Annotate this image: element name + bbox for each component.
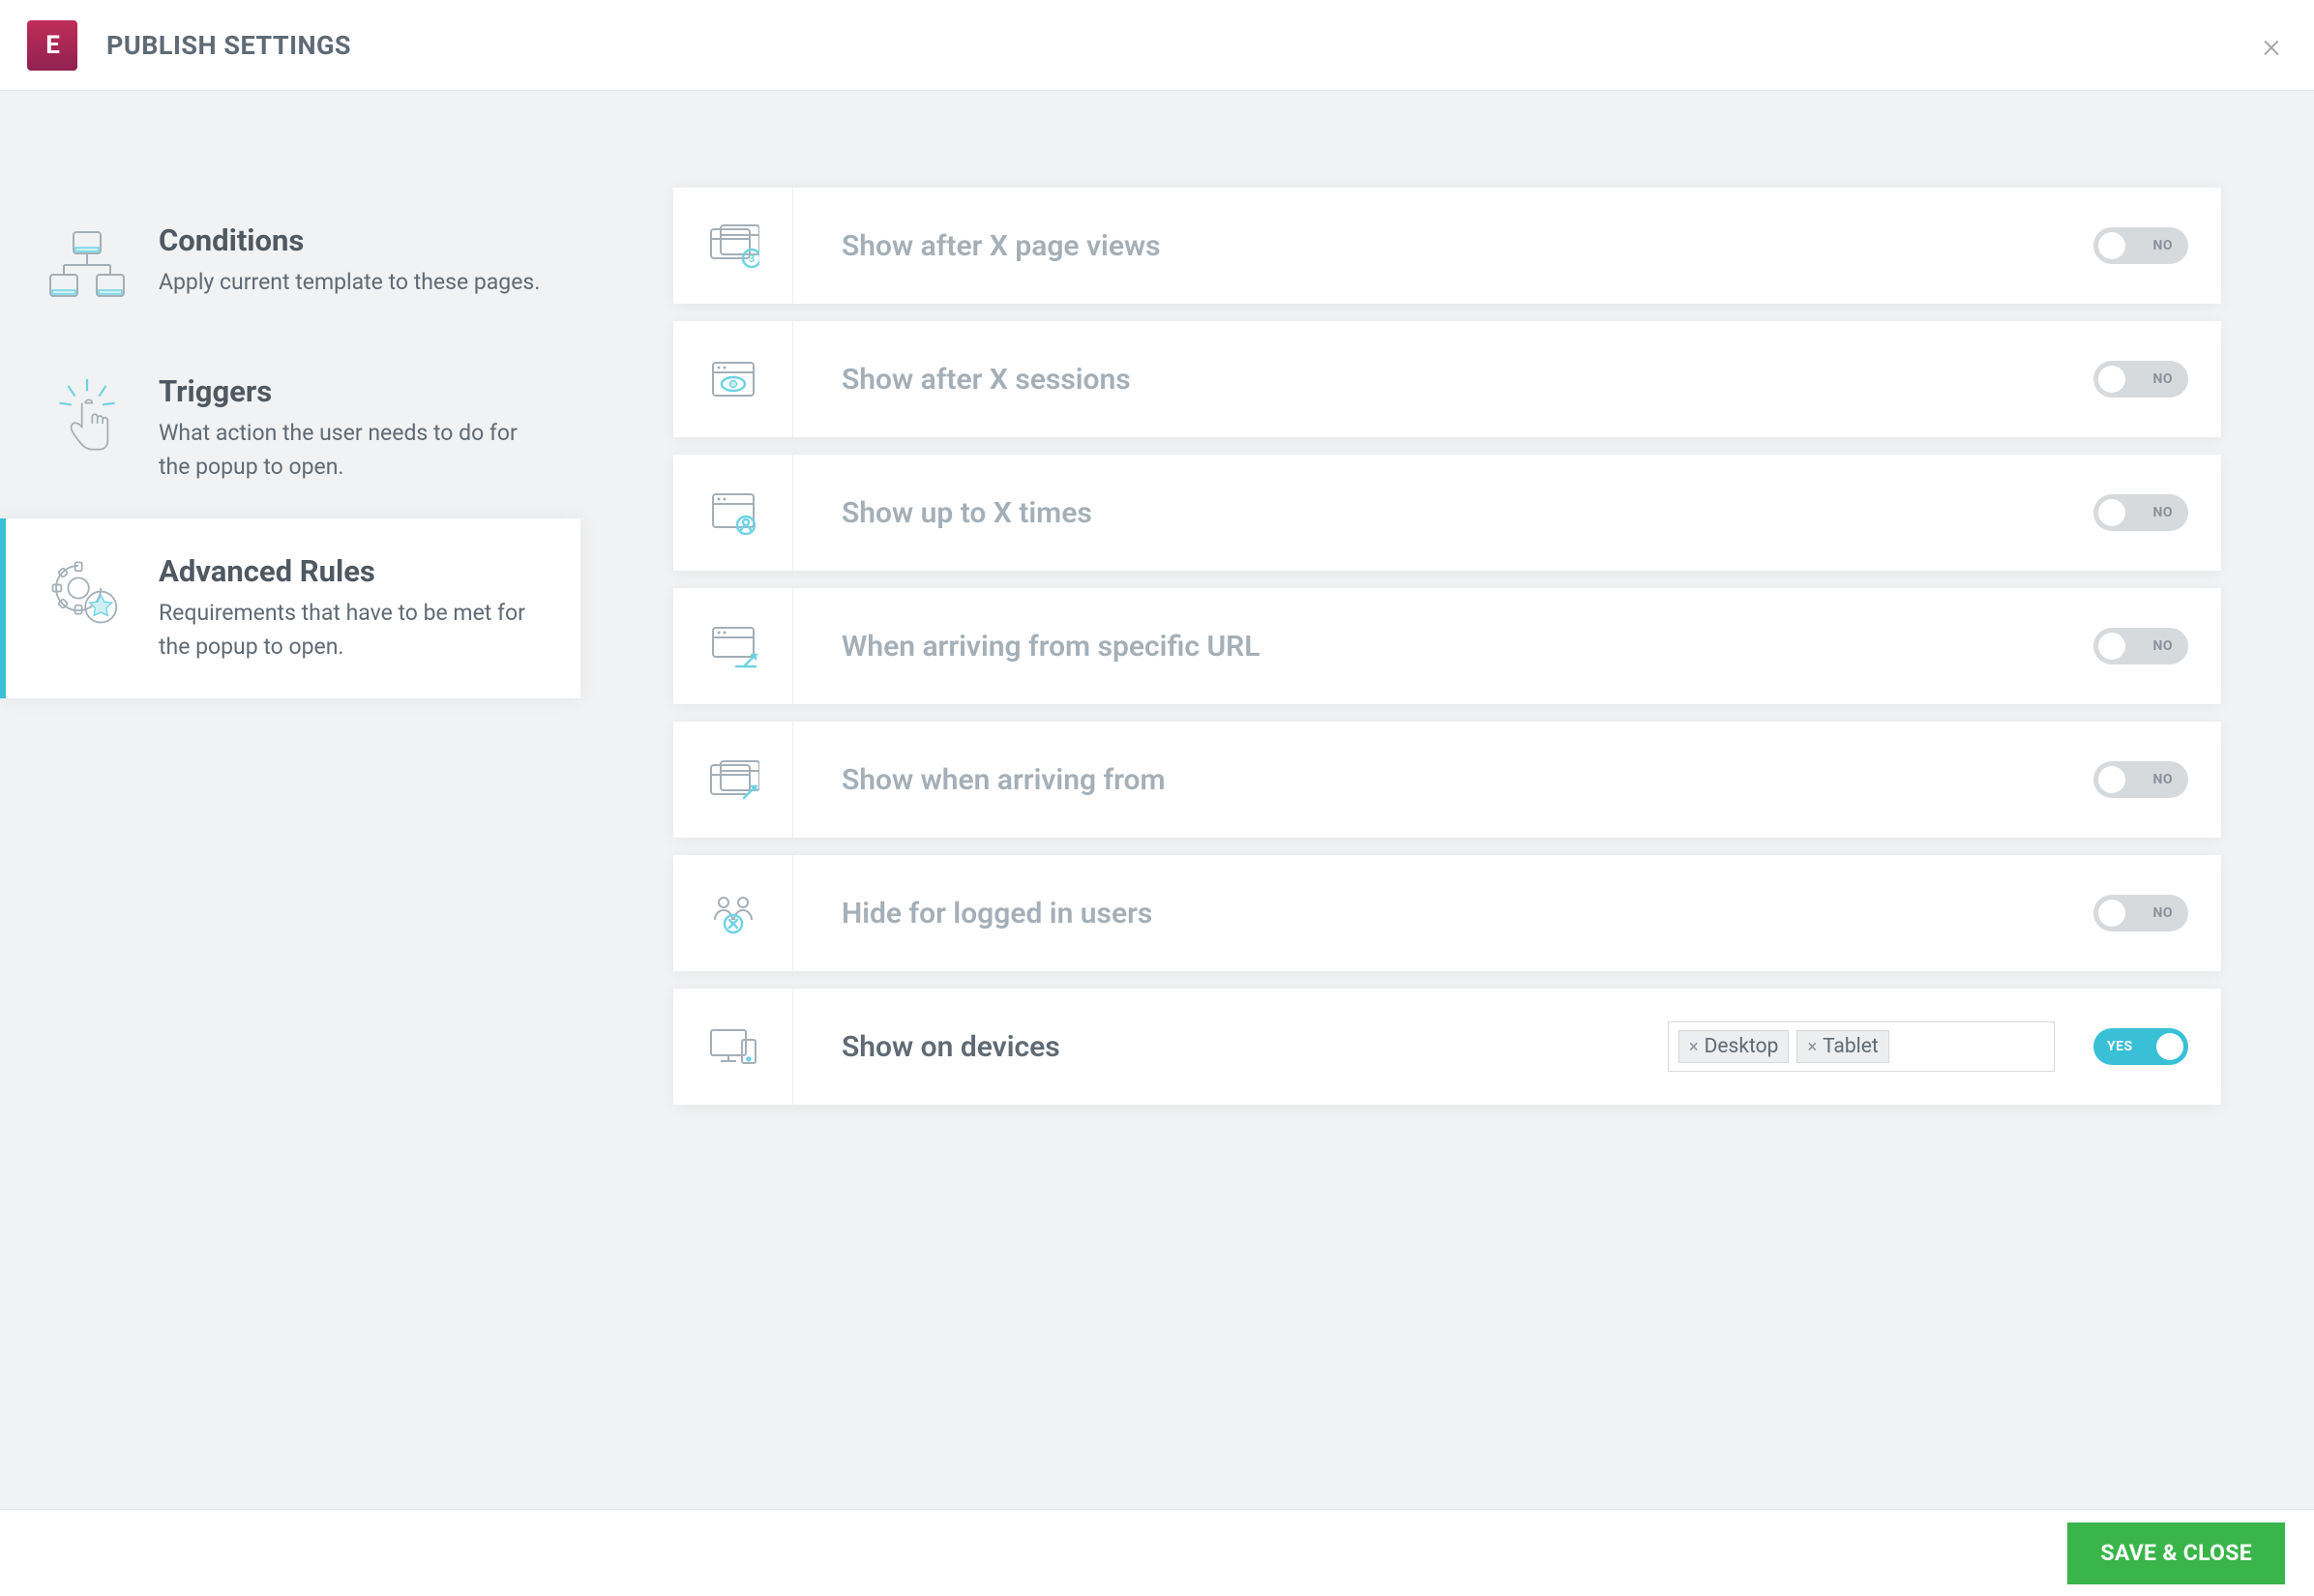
toggle-up-to-times[interactable]: NO — [2093, 494, 2188, 531]
tag-label: Desktop — [1705, 1035, 1779, 1058]
rule-row-up-to-times: Show up to X times NO — [673, 455, 2221, 571]
app-logo: E — [27, 20, 77, 71]
triggers-icon — [39, 373, 135, 455]
page-title: PUBLISH SETTINGS — [106, 30, 351, 61]
rule-row-page-views: 3 Show after X page views NO — [673, 188, 2221, 304]
up-to-times-icon — [673, 455, 793, 571]
rule-row-specific-url: When arriving from specific URL NO — [673, 588, 2221, 704]
device-tag: × Desktop — [1678, 1030, 1789, 1063]
sidebar: Conditions Apply current template to the… — [0, 91, 580, 1509]
devices-icon — [673, 989, 793, 1105]
sidebar-item-label: Conditions — [159, 222, 551, 258]
sidebar-item-desc: What action the user needs to do for the… — [159, 417, 551, 484]
sessions-icon — [673, 321, 793, 437]
rule-row-sessions: Show after X sessions NO — [673, 321, 2221, 437]
rule-row-hide-logged-in: Hide for logged in users NO — [673, 855, 2221, 971]
toggle-label-off: NO — [2152, 238, 2173, 253]
header-bar: E PUBLISH SETTINGS × — [0, 0, 2314, 91]
rule-label: Hide for logged in users — [793, 897, 2074, 931]
sidebar-item-desc: Requirements that have to be met for the… — [159, 597, 551, 664]
main-content: 3 Show after X page views NO — [580, 91, 2314, 1509]
sidebar-item-triggers[interactable]: Triggers What action the user needs to d… — [0, 339, 580, 518]
sidebar-item-label: Triggers — [159, 373, 551, 409]
devices-tag-input[interactable]: × Desktop × Tablet — [1668, 1021, 2055, 1072]
rule-label: Show after X page views — [793, 229, 2074, 263]
sidebar-item-conditions[interactable]: Conditions Apply current template to the… — [0, 188, 580, 339]
sidebar-item-label: Advanced Rules — [159, 553, 551, 589]
toggle-label-off: NO — [2152, 371, 2173, 387]
toggle-label-off: NO — [2152, 905, 2173, 921]
toggle-label-off: NO — [2152, 638, 2173, 654]
advanced-rules-icon — [39, 553, 135, 635]
toggle-arriving-from[interactable]: NO — [2093, 761, 2188, 798]
toggle-specific-url[interactable]: NO — [2093, 628, 2188, 665]
rule-label: When arriving from specific URL — [793, 630, 2074, 664]
page-views-icon: 3 — [673, 188, 793, 304]
tag-label: Tablet — [1823, 1035, 1879, 1058]
sidebar-item-advanced-rules[interactable]: Advanced Rules Requirements that have to… — [0, 518, 580, 698]
save-close-button[interactable]: SAVE & CLOSE — [2067, 1522, 2285, 1584]
rule-label: Show after X sessions — [793, 363, 2074, 397]
toggle-devices[interactable]: YES — [2093, 1028, 2188, 1065]
toggle-page-views[interactable]: NO — [2093, 227, 2188, 264]
rule-label: Show on devices — [793, 1030, 1668, 1064]
arriving-from-icon — [673, 722, 793, 838]
rule-label: Show when arriving from — [793, 763, 2074, 797]
remove-tag-icon[interactable]: × — [1689, 1037, 1699, 1057]
toggle-hide-logged-in[interactable]: NO — [2093, 895, 2188, 931]
footer-bar: SAVE & CLOSE — [0, 1509, 2314, 1596]
svg-text:3: 3 — [748, 252, 754, 265]
sidebar-item-desc: Apply current template to these pages. — [159, 266, 551, 300]
rule-label: Show up to X times — [793, 496, 2074, 530]
toggle-label-on: YES — [2107, 1039, 2133, 1054]
toggle-sessions[interactable]: NO — [2093, 361, 2188, 398]
remove-tag-icon[interactable]: × — [1807, 1037, 1817, 1057]
rule-row-arriving-from: Show when arriving from NO — [673, 722, 2221, 838]
device-tag: × Tablet — [1796, 1030, 1888, 1063]
specific-url-icon — [673, 588, 793, 704]
conditions-icon — [39, 222, 135, 304]
close-icon[interactable]: × — [2256, 30, 2287, 61]
rule-row-devices: Show on devices × Desktop × Tablet YES — [673, 989, 2221, 1105]
toggle-label-off: NO — [2152, 505, 2173, 520]
toggle-label-off: NO — [2152, 772, 2173, 787]
hide-logged-in-icon — [673, 855, 793, 971]
